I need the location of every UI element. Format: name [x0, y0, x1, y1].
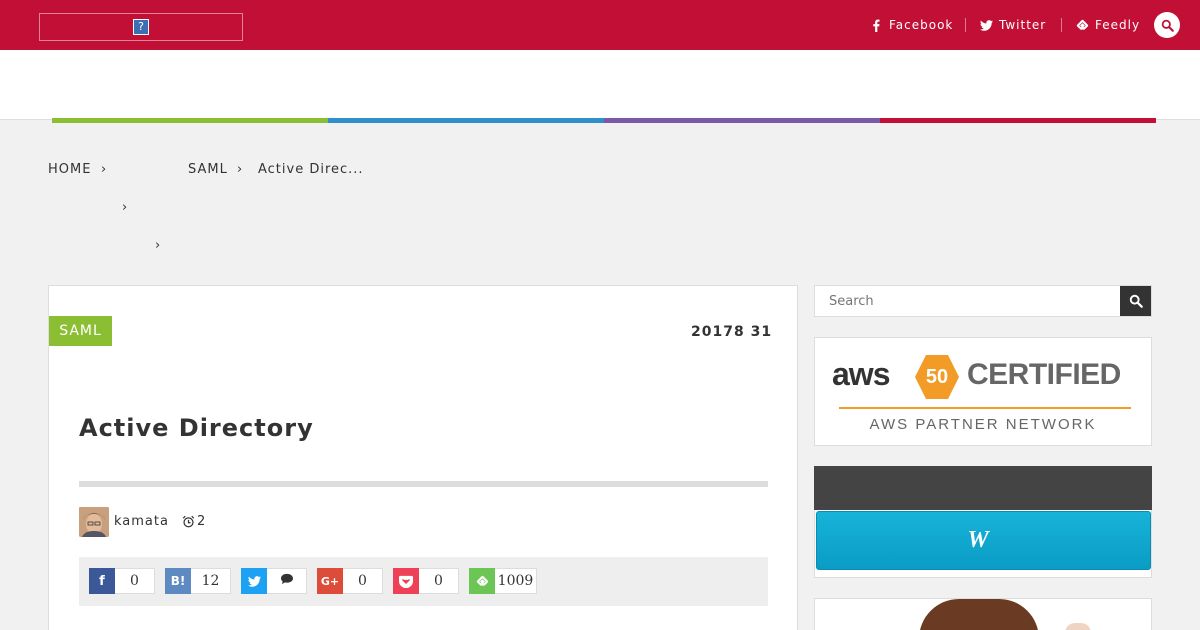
logo-icon: ?	[133, 19, 149, 35]
search-icon	[1129, 294, 1143, 308]
aws-certified-text: CERTIFIED	[967, 358, 1121, 391]
category-badge[interactable]: SAML	[49, 316, 112, 346]
breadcrumb-separator: ›	[122, 200, 129, 215]
share-count: 0	[419, 568, 459, 594]
sidebar-search	[814, 285, 1152, 317]
divider	[965, 18, 966, 32]
header-search-button[interactable]	[1154, 12, 1180, 38]
facebook-icon: f	[89, 568, 115, 594]
feedly-label: Feedly	[1095, 18, 1141, 32]
breadcrumb-separator: ›	[155, 238, 162, 253]
breadcrumb-saml[interactable]: SAML	[188, 160, 228, 179]
breadcrumb-home[interactable]: HOME	[48, 160, 91, 179]
title-divider	[79, 481, 768, 487]
post-date: 20178 31	[691, 324, 773, 340]
feedly-icon	[1076, 19, 1089, 30]
share-hatena[interactable]: B! 12	[165, 568, 231, 594]
nav-color-bar	[52, 118, 328, 123]
top-bar: ? Facebook Twitter Feedly	[0, 0, 1200, 50]
breadcrumb-separator: ›	[237, 162, 244, 177]
photo-hand	[1065, 623, 1091, 630]
facebook-link[interactable]: Facebook	[870, 17, 953, 33]
nav-item-4[interactable]	[880, 50, 1156, 123]
aws-logo-text: aws	[832, 356, 890, 392]
share-count: 12	[191, 568, 231, 594]
breadcrumb-separator: ›	[101, 162, 108, 177]
read-time-label: 2	[197, 514, 207, 529]
share-bar: f 0 B! 12 G+ 0 0 1009	[79, 557, 768, 606]
share-twitter[interactable]	[241, 568, 307, 594]
pocket-icon	[393, 568, 419, 594]
search-icon	[1161, 19, 1174, 32]
share-count: 1009	[495, 568, 537, 594]
hatena-bookmark-icon: B!	[165, 568, 191, 594]
article-card: SAML 20178 31 Active Directory kamata 2 …	[48, 285, 798, 630]
nav-color-bar	[328, 118, 604, 123]
google-plus-icon: G+	[317, 568, 343, 594]
nav-item-2[interactable]	[328, 50, 604, 123]
share-count: 0	[343, 568, 383, 594]
feedly-link[interactable]: Feedly	[1076, 17, 1140, 33]
aws-partner-text: AWS PARTNER NETWORK	[869, 416, 1097, 433]
twitter-link[interactable]: Twitter	[980, 17, 1046, 33]
article-title: Active Directory	[79, 414, 314, 442]
search-input[interactable]	[815, 286, 1120, 316]
main-nav	[0, 50, 1200, 123]
nav-item-3[interactable]	[604, 50, 880, 123]
sidebar-widget: W	[814, 510, 1152, 578]
share-feedly[interactable]: 1009	[469, 568, 537, 594]
aws-certified-banner[interactable]: aws 50 CERTIFIED AWS PARTNER NETWORK	[814, 337, 1152, 446]
wantedly-icon: W	[967, 527, 990, 553]
read-time: 2	[182, 514, 206, 529]
aws-cert-count-badge: 50	[915, 355, 959, 399]
sidebar-widget-title	[814, 466, 1152, 510]
share-count: 0	[115, 568, 155, 594]
facebook-icon	[873, 19, 880, 32]
nav-item-1[interactable]	[52, 50, 328, 123]
share-pocket[interactable]: 0	[393, 568, 459, 594]
author-name[interactable]: kamata	[114, 514, 169, 529]
comment-icon	[267, 568, 307, 594]
share-gplus[interactable]: G+ 0	[317, 568, 383, 594]
sidebar-photo[interactable]	[814, 598, 1152, 630]
twitter-icon	[241, 568, 267, 594]
twitter-icon	[980, 19, 993, 31]
breadcrumb-current: Active Direc...	[258, 162, 364, 177]
wantedly-button[interactable]: W	[816, 511, 1151, 570]
facebook-label: Facebook	[889, 18, 954, 32]
nav-color-bar	[604, 118, 880, 123]
feedly-icon	[469, 568, 495, 594]
avatar-face	[79, 507, 109, 537]
aws-divider	[839, 407, 1131, 409]
alarm-clock-icon	[182, 515, 195, 528]
site-logo[interactable]: ?	[39, 13, 243, 41]
photo-person	[919, 599, 1039, 630]
search-submit-button[interactable]	[1120, 286, 1151, 316]
twitter-label: Twitter	[999, 18, 1047, 32]
nav-color-bar	[880, 118, 1156, 123]
share-facebook[interactable]: f 0	[89, 568, 155, 594]
divider	[1061, 18, 1062, 32]
author-avatar[interactable]	[79, 507, 109, 537]
